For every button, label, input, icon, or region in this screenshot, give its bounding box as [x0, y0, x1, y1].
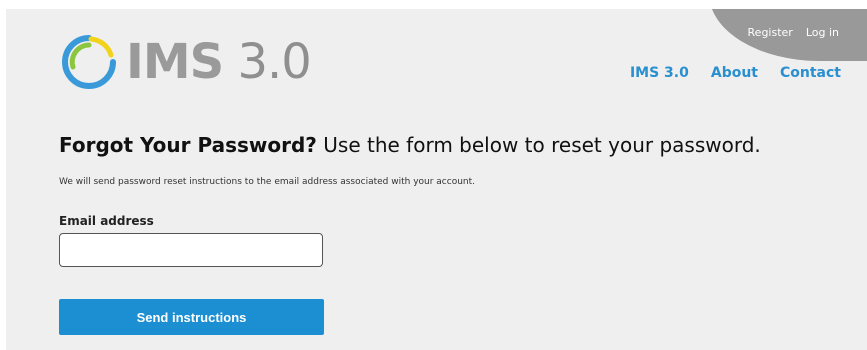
email-field[interactable] — [59, 233, 323, 267]
page-title: Forgot Your Password? Use the form below… — [59, 133, 761, 157]
ims-logo-icon — [62, 35, 116, 89]
logo[interactable]: IMS 3.0 — [58, 27, 312, 97]
nav-contact[interactable]: Contact — [780, 65, 841, 81]
page-title-strong: Forgot Your Password? — [59, 133, 317, 157]
nav-about[interactable]: About — [711, 65, 758, 81]
logo-name: IMS — [126, 34, 224, 90]
send-instructions-button[interactable]: Send instructions — [59, 299, 324, 335]
email-label: Email address — [59, 214, 154, 228]
page-container: Register Log in IMS 3.0 IMS 3.0 About Co… — [6, 9, 867, 350]
register-link[interactable]: Register — [748, 26, 793, 39]
login-link[interactable]: Log in — [806, 26, 839, 39]
logo-text: IMS 3.0 — [126, 38, 312, 86]
nav-home[interactable]: IMS 3.0 — [630, 65, 689, 81]
logo-version: 3.0 — [237, 34, 311, 90]
page-title-rest: Use the form below to reset your passwor… — [316, 133, 761, 157]
instructions-text: We will send password reset instructions… — [59, 177, 476, 187]
main-nav: IMS 3.0 About Contact — [630, 65, 841, 81]
account-links: Register Log in — [748, 26, 839, 39]
